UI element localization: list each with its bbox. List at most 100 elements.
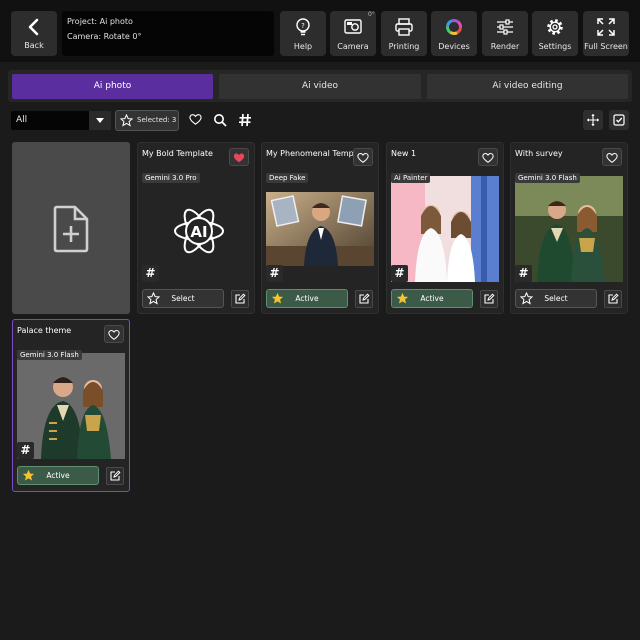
edit-icon <box>110 470 121 481</box>
settings-label: Settings <box>538 42 572 51</box>
favorite-button[interactable] <box>353 148 373 166</box>
hashtag-icon[interactable]: # <box>17 442 34 459</box>
favorite-button[interactable] <box>602 148 622 166</box>
help-bulb-icon: ? <box>296 18 310 36</box>
template-card[interactable]: Palace theme Gemini 3.0 Flash # Active <box>12 319 130 492</box>
select-button[interactable]: Select <box>515 289 597 308</box>
render-button[interactable]: Render <box>482 11 528 56</box>
devices-ring-icon <box>446 19 462 35</box>
printer-icon <box>395 18 413 36</box>
favorite-button[interactable] <box>478 148 498 166</box>
full-screen-button[interactable]: Full Screen <box>583 11 629 56</box>
edit-button[interactable] <box>106 467 124 485</box>
star-outline-icon <box>147 292 160 305</box>
heart-outline-icon <box>482 153 494 163</box>
template-card[interactable]: New 1 Ai Painter # Active <box>386 142 504 314</box>
gear-icon <box>547 19 563 35</box>
select-all-button[interactable] <box>609 110 629 130</box>
star-filled-icon <box>22 469 35 481</box>
edit-button[interactable] <box>231 290 249 308</box>
sliders-icon <box>497 19 513 35</box>
camera-label: Camera <box>337 42 369 51</box>
help-button[interactable]: ? Help <box>280 11 326 56</box>
active-button[interactable]: Active <box>266 289 348 308</box>
model-badge: Gemini 3.0 Flash <box>515 173 580 183</box>
active-button[interactable]: Active <box>391 289 473 308</box>
top-toolbar: Back Project: Ai photo Camera: Rotate 0°… <box>0 0 640 62</box>
action-label: Select <box>171 294 195 303</box>
template-title: My Bold Template <box>142 149 213 158</box>
model-badge: Deep Fake <box>266 173 309 183</box>
devices-button[interactable]: Devices <box>431 11 477 56</box>
active-button[interactable]: Active <box>17 466 99 485</box>
mode-tabs: Ai photo Ai video Ai video editing <box>8 70 632 102</box>
model-badge: Gemini 3.0 Flash <box>17 350 82 360</box>
edit-button[interactable] <box>355 290 373 308</box>
template-card[interactable]: My Bold Template Gemini 3.0 Pro AI # Sel… <box>137 142 255 314</box>
template-title: Palace theme <box>17 326 72 335</box>
select-button[interactable]: Select <box>142 289 224 308</box>
render-label: Render <box>490 42 520 51</box>
hashtag-icon[interactable]: # <box>266 265 283 282</box>
search-button[interactable] <box>210 110 230 131</box>
hashtag-filter-button[interactable] <box>235 110 255 131</box>
edit-icon <box>235 293 246 304</box>
back-label: Back <box>24 41 44 50</box>
template-card[interactable]: With survey Gemini 3.0 Flash # Select <box>510 142 628 314</box>
action-label: Select <box>544 294 568 303</box>
edit-button[interactable] <box>604 290 622 308</box>
project-name: Project: Ai photo <box>67 17 133 26</box>
selected-count: Selected: 3 <box>137 116 177 124</box>
printing-label: Printing <box>388 42 420 51</box>
hashtag-icon <box>239 113 251 127</box>
hashtag-icon[interactable]: # <box>142 265 159 282</box>
selected-filter-chip[interactable]: Selected: 3 <box>115 110 179 131</box>
heart-outline-icon <box>188 114 202 125</box>
svg-text:?: ? <box>301 22 305 30</box>
settings-button[interactable]: Settings <box>532 11 578 56</box>
model-badge: Gemini 3.0 Pro <box>142 173 200 183</box>
edit-icon <box>608 293 619 304</box>
printing-button[interactable]: Printing <box>381 11 427 56</box>
dropdown-arrow-icon <box>89 111 111 130</box>
favorite-button[interactable] <box>104 325 124 343</box>
full-screen-label: Full Screen <box>584 42 628 51</box>
move-button[interactable] <box>583 110 603 130</box>
hashtag-icon[interactable]: # <box>515 265 532 282</box>
move-arrows-icon <box>587 114 599 126</box>
tab-ai-video-editing[interactable]: Ai video editing <box>427 74 628 99</box>
category-select[interactable]: All <box>11 111 111 130</box>
star-filled-icon <box>271 292 284 304</box>
category-select-value: All <box>16 115 28 125</box>
template-title: New 1 <box>391 149 417 158</box>
favorites-filter-button[interactable] <box>185 110 205 131</box>
action-label: Active <box>420 294 444 303</box>
tab-ai-video[interactable]: Ai video <box>219 74 421 99</box>
edit-icon <box>484 293 495 304</box>
favorite-button[interactable] <box>229 148 249 166</box>
camera-degree-badge: 0° <box>368 11 375 18</box>
template-title: With survey <box>515 149 563 158</box>
new-template-card[interactable] <box>12 142 130 314</box>
heart-outline-icon <box>357 153 369 163</box>
add-file-icon <box>53 205 89 253</box>
help-label: Help <box>293 42 313 51</box>
svg-text:AI: AI <box>190 223 207 241</box>
star-outline-icon <box>120 114 133 127</box>
chevron-left-icon <box>28 18 39 36</box>
template-card[interactable]: My Phenomenal Template Deep Fake # Activ… <box>261 142 379 314</box>
camera-icon <box>344 19 362 34</box>
edit-icon <box>359 293 370 304</box>
edit-button[interactable] <box>480 290 498 308</box>
heart-outline-icon <box>108 330 120 340</box>
hashtag-icon[interactable]: # <box>391 265 408 282</box>
checkbox-stack-icon <box>613 114 625 126</box>
filter-bar: All Selected: 3 <box>0 107 640 135</box>
back-button[interactable]: Back <box>11 11 57 56</box>
expand-icon <box>597 18 615 36</box>
search-icon <box>214 114 227 127</box>
action-label: Active <box>46 471 70 480</box>
devices-label: Devices <box>438 42 470 51</box>
star-outline-icon <box>520 292 533 305</box>
tab-ai-photo[interactable]: Ai photo <box>12 74 213 99</box>
